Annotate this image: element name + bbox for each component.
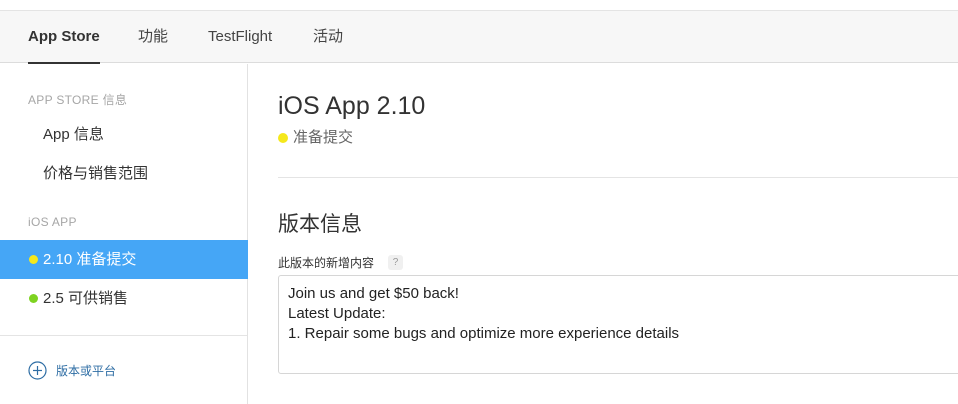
sidebar-item-label: 2.10 准备提交 [43, 251, 137, 268]
sidebar-section-ios: iOS APP [28, 215, 77, 229]
add-version-label: 版本或平台 [56, 364, 117, 378]
tab-testflight[interactable]: TestFlight [208, 11, 272, 63]
sidebar-section-appstore: APP STORE 信息 [28, 93, 128, 107]
tab-bar: App Store 功能 TestFlight 活动 [0, 11, 958, 64]
status-dot-icon [29, 294, 38, 303]
whats-new-textarea[interactable]: Join us and get $50 back! Latest Update:… [278, 275, 958, 374]
whats-new-line: Join us and get $50 back! [288, 285, 459, 302]
sidebar-item-pricing[interactable]: 价格与销售范围 [0, 154, 248, 193]
sidebar-item-label: App 信息 [43, 126, 104, 143]
status-dot-icon [278, 133, 288, 143]
sidebar-item-version-2-5[interactable]: 2.5 可供销售 [0, 279, 248, 318]
section-title: 版本信息 [278, 213, 362, 236]
sidebar-divider [0, 335, 247, 336]
sidebar-item-app-info[interactable]: App 信息 [0, 115, 248, 154]
status-text: 准备提交 [293, 129, 354, 146]
sidebar-item-label: 价格与销售范围 [43, 165, 149, 182]
whats-new-line: Latest Update: [288, 305, 386, 322]
top-edge [0, 0, 958, 11]
main-content: iOS App 2.10 准备提交 版本信息 此版本的新增内容 ? Join u… [249, 64, 958, 404]
page-title: iOS App 2.10 [278, 92, 426, 120]
sidebar-item-version-2-10[interactable]: 2.10 准备提交 [0, 240, 248, 279]
plus-circle-icon [28, 361, 47, 380]
sidebar-item-label: 2.5 可供销售 [43, 290, 129, 307]
help-icon[interactable]: ? [388, 255, 403, 270]
tab-app-store[interactable]: App Store [28, 11, 100, 64]
whats-new-line: 1. Repair some bugs and optimize more ex… [288, 325, 680, 342]
status-dot-icon [29, 255, 38, 264]
whats-new-label: 此版本的新增内容 [278, 256, 375, 270]
tab-activity[interactable]: 活动 [313, 11, 343, 63]
tab-features[interactable]: 功能 [138, 11, 168, 63]
sidebar: APP STORE 信息 App 信息 价格与销售范围 iOS APP 2.10… [0, 64, 248, 404]
content-divider [278, 177, 958, 178]
